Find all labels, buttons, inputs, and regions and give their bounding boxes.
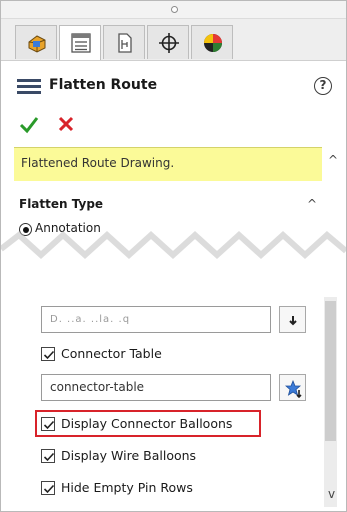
ok-button[interactable]: [19, 115, 39, 135]
scroll-up-icon[interactable]: ^: [328, 153, 338, 167]
feature-manager-icon: [28, 35, 46, 53]
checkmark-icon: [43, 452, 55, 462]
property-manager-panel: Flatten Route ? Flattened Route Drawing.…: [0, 0, 347, 512]
appearance-sphere-icon: [204, 34, 222, 52]
flatten-route-icon: [17, 79, 41, 94]
hide-empty-pin-rows-checkbox[interactable]: [41, 481, 55, 495]
connector-table-label: Connector Table: [61, 346, 162, 361]
display-wire-balloons-checkbox[interactable]: [41, 449, 55, 463]
tab-feature-manager[interactable]: [15, 25, 57, 59]
manager-tab-bar: [1, 19, 346, 61]
tab-dimxpert-manager[interactable]: [147, 25, 189, 59]
configuration-manager-icon: [118, 33, 132, 53]
panel-header: Flatten Route ?: [1, 61, 346, 113]
drawing-browse-button[interactable]: [279, 306, 306, 333]
star-pin-icon: [285, 380, 302, 398]
checkmark-icon: [43, 350, 55, 360]
cancel-button[interactable]: [57, 115, 75, 133]
message-box: Flattened Route Drawing.: [14, 147, 322, 181]
tab-property-manager[interactable]: [59, 25, 101, 60]
connector-table-template-field[interactable]: connector-table: [41, 374, 271, 401]
flatten-type-group-title: Flatten Type: [19, 197, 104, 211]
scroll-down-icon[interactable]: v: [328, 487, 335, 501]
drawing-template-field[interactable]: D. ..a. ..la. .q: [41, 306, 271, 333]
drag-handle-icon[interactable]: [171, 6, 178, 13]
checkmark-icon: [43, 420, 55, 430]
property-manager-icon: [71, 33, 91, 53]
display-wire-balloons-label: Display Wire Balloons: [61, 448, 197, 463]
help-icon[interactable]: ?: [314, 77, 332, 95]
checkmark-icon: [43, 484, 55, 494]
hide-empty-pin-rows-label: Hide Empty Pin Rows: [61, 480, 193, 495]
tab-configuration-manager[interactable]: [103, 25, 145, 59]
panel-drag-strip[interactable]: [1, 1, 346, 19]
display-connector-balloons-checkbox[interactable]: [41, 417, 55, 431]
panel-title: Flatten Route: [49, 77, 158, 93]
crosshair-icon: [159, 33, 179, 53]
collapse-caret-icon[interactable]: ^: [307, 197, 317, 211]
scrollbar-thumb[interactable]: [325, 301, 336, 441]
connector-table-checkbox[interactable]: [41, 347, 55, 361]
torn-section-divider: [1, 230, 346, 297]
display-connector-balloons-label: Display Connector Balloons: [61, 416, 233, 431]
connector-table-browse-button[interactable]: [279, 374, 306, 401]
insert-arrow-icon: [289, 316, 297, 326]
tab-display-manager[interactable]: [191, 25, 233, 59]
